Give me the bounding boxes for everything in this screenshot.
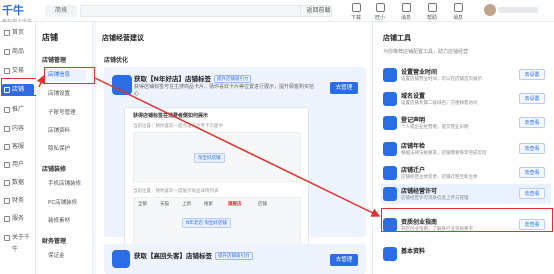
- arrow-to-license: [94, 77, 381, 217]
- annotation-arrows: [36, 74, 381, 217]
- arrow-to-shop-info: [36, 74, 45, 88]
